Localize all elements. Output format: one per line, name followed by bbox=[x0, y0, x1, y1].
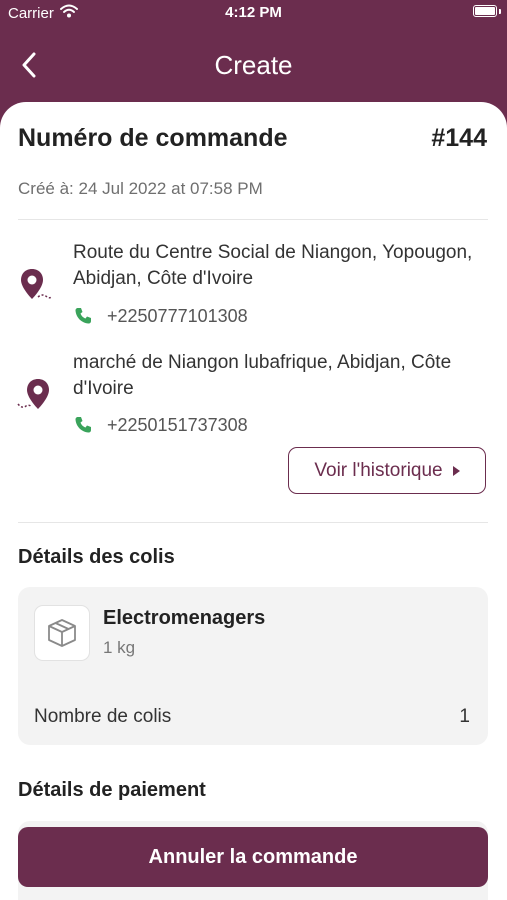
order-detail-sheet: Numéro de commande #144 Créé à: 24 Jul 2… bbox=[0, 102, 507, 900]
phone-icon bbox=[73, 414, 95, 436]
status-bar: Carrier 4:12 PM bbox=[0, 0, 507, 28]
triangle-right-icon bbox=[452, 465, 460, 476]
parcel-card: Electromenagers 1 kg Nombre de colis 1 bbox=[18, 587, 488, 745]
pickup-phone-row[interactable]: +2250777101308 bbox=[73, 305, 248, 327]
order-title: Numéro de commande bbox=[18, 124, 288, 152]
divider bbox=[18, 219, 488, 220]
view-history-label: Voir l'historique bbox=[314, 459, 443, 481]
payment-section-title: Détails de paiement bbox=[18, 779, 206, 801]
battery-tip bbox=[499, 9, 501, 14]
parcel-weight: 1 kg bbox=[103, 638, 136, 657]
location-pin-icon bbox=[16, 266, 56, 306]
parcel-count-value: 1 bbox=[459, 706, 470, 727]
view-history-button[interactable]: Voir l'historique bbox=[288, 447, 486, 494]
phone-icon bbox=[73, 305, 95, 327]
location-pin-icon bbox=[16, 376, 56, 416]
created-date: Créé à: 24 Jul 2022 at 07:58 PM bbox=[18, 179, 263, 199]
parcel-name: Electromenagers bbox=[103, 607, 266, 629]
pickup-address: Route du Centre Social de Niangon, Yopou… bbox=[73, 242, 473, 289]
pickup-phone: +2250777101308 bbox=[107, 305, 248, 326]
created-label: Créé à: bbox=[18, 179, 74, 198]
battery-icon bbox=[473, 5, 497, 17]
divider bbox=[18, 522, 488, 523]
status-time: 4:12 PM bbox=[225, 4, 282, 21]
nav-title: Create bbox=[214, 50, 293, 80]
nav-bar: Create bbox=[0, 40, 507, 92]
package-icon bbox=[34, 605, 90, 661]
dropoff-phone: +2250151737308 bbox=[107, 414, 248, 435]
order-number: #144 bbox=[431, 124, 487, 152]
dropoff-phone-row[interactable]: +2250151737308 bbox=[73, 414, 248, 436]
dropoff-address: marché de Niangon lubafrique, Abidjan, C… bbox=[73, 352, 452, 399]
parcel-count-label: Nombre de colis bbox=[34, 706, 172, 727]
created-value: 24 Jul 2022 at 07:58 PM bbox=[78, 179, 263, 198]
parcels-section-title: Détails des colis bbox=[18, 546, 175, 568]
cancel-order-button[interactable]: Annuler la commande bbox=[18, 827, 488, 887]
